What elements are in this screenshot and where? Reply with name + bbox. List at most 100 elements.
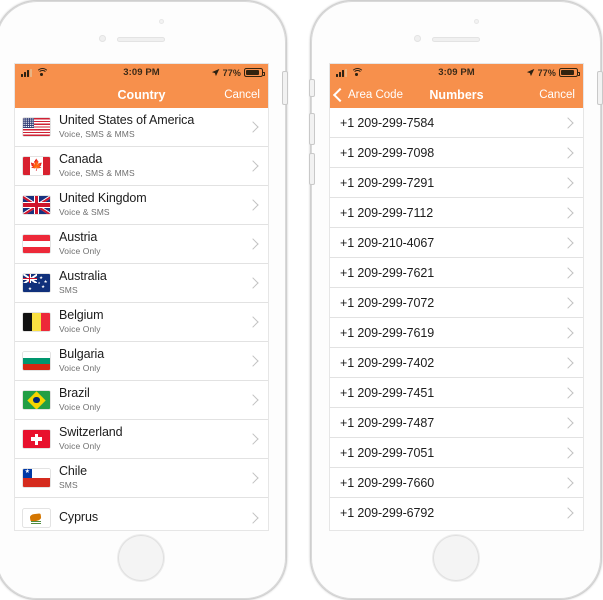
phone-number: +1 209-299-7402 bbox=[340, 355, 435, 370]
phone-number: +1 209-210-4067 bbox=[340, 235, 435, 250]
flag-icon bbox=[23, 157, 50, 175]
country-services: Voice Only bbox=[59, 402, 101, 413]
silent-switch[interactable] bbox=[309, 79, 315, 97]
number-row[interactable]: +1 209-299-7072 bbox=[330, 288, 583, 318]
number-row[interactable]: +1 209-299-6792 bbox=[330, 498, 583, 528]
country-name: United States of America bbox=[59, 113, 195, 128]
number-row[interactable]: +1 209-299-7402 bbox=[330, 348, 583, 378]
country-name: Australia bbox=[59, 269, 107, 284]
country-services: Voice Only bbox=[59, 246, 101, 257]
number-row[interactable]: +1 209-299-7621 bbox=[330, 258, 583, 288]
phone-number: +1 209-299-7619 bbox=[340, 325, 435, 340]
chevron-right-icon bbox=[247, 355, 259, 367]
chevron-right-icon bbox=[562, 446, 574, 459]
chevron-right-icon bbox=[247, 472, 259, 484]
country-row[interactable]: United Kingdom Voice & SMS bbox=[15, 186, 268, 225]
chevron-right-icon bbox=[562, 116, 574, 129]
country-text: Brazil Voice Only bbox=[59, 387, 249, 412]
power-button[interactable] bbox=[597, 71, 603, 105]
home-button[interactable] bbox=[433, 535, 479, 581]
iphone-right: 3:09 PM 77% Area Code Numbers Cancel +1 … bbox=[309, 0, 603, 600]
flag-icon bbox=[23, 352, 50, 370]
screen-left: 3:09 PM 77% Country Cancel United States… bbox=[15, 64, 268, 530]
chevron-right-icon bbox=[562, 236, 574, 249]
flag-icon bbox=[23, 313, 50, 331]
country-row[interactable]: Switzerland Voice Only bbox=[15, 420, 268, 459]
flag-icon bbox=[23, 508, 50, 527]
country-text: Chile SMS bbox=[59, 465, 249, 490]
country-services: Voice Only bbox=[59, 363, 101, 374]
flag-icon bbox=[23, 118, 50, 136]
battery-percent: 77% bbox=[537, 67, 556, 78]
number-row[interactable]: +1 209-299-7451 bbox=[330, 378, 583, 408]
chevron-right-icon bbox=[247, 238, 259, 250]
chevron-right-icon bbox=[562, 326, 574, 339]
country-services: SMS bbox=[59, 285, 78, 296]
country-text: Bulgaria Voice Only bbox=[59, 348, 249, 373]
country-row[interactable]: United States of America Voice, SMS & MMS bbox=[15, 108, 268, 147]
number-row[interactable]: +1 209-299-7051 bbox=[330, 438, 583, 468]
country-row[interactable]: Austria Voice Only bbox=[15, 225, 268, 264]
phone-number: +1 209-299-7112 bbox=[340, 205, 434, 220]
chevron-right-icon bbox=[247, 277, 259, 289]
number-row[interactable]: +1 209-299-7291 bbox=[330, 168, 583, 198]
country-row[interactable]: ChileSMS bbox=[15, 459, 268, 498]
status-right-group: 77% bbox=[211, 68, 265, 78]
country-text: United States of America Voice, SMS & MMS bbox=[59, 114, 249, 139]
status-bar-right: 3:09 PM 77% bbox=[330, 64, 583, 81]
power-button[interactable] bbox=[282, 71, 288, 105]
cancel-button-right[interactable]: Cancel bbox=[539, 89, 575, 101]
number-list[interactable]: +1 209-299-7584 +1 209-299-7098 +1 209-299… bbox=[330, 108, 583, 530]
screenshot-stage: 3:09 PM 77% Country Cancel United States… bbox=[0, 0, 603, 600]
country-services: Voice, SMS & MMS bbox=[59, 129, 135, 140]
country-row[interactable]: Belgium Voice Only bbox=[15, 303, 268, 342]
country-name: Austria bbox=[59, 230, 98, 245]
chevron-right-icon bbox=[562, 416, 574, 429]
country-row[interactable]: Bulgaria Voice Only bbox=[15, 342, 268, 381]
country-text: Canada Voice, SMS & MMS bbox=[59, 153, 249, 178]
phone-number: +1 209-299-6792 bbox=[340, 506, 435, 520]
status-right-group: 77% bbox=[526, 67, 580, 78]
number-row[interactable]: +1 209-299-7584 bbox=[330, 108, 583, 138]
country-list[interactable]: United States of America Voice, SMS & MMS… bbox=[15, 108, 268, 530]
country-row[interactable]: CanadaVoice, SMS & MMS bbox=[15, 147, 268, 186]
phone-number: +1 209-299-7098 bbox=[340, 145, 435, 160]
country-text: Belgium Voice Only bbox=[59, 309, 249, 334]
chevron-right-icon bbox=[247, 316, 259, 328]
flag-icon bbox=[23, 235, 50, 253]
cancel-button-left[interactable]: Cancel bbox=[224, 89, 260, 101]
flag-icon bbox=[23, 196, 50, 214]
chevron-right-icon bbox=[247, 121, 259, 133]
country-name: Canada bbox=[59, 152, 103, 167]
country-text: Australia SMS bbox=[59, 270, 249, 295]
number-row[interactable]: +1 209-299-7487 bbox=[330, 408, 583, 438]
country-row[interactable]: ★ ★ ★ ★ ★ Australia SMS bbox=[15, 264, 268, 303]
chevron-right-icon bbox=[247, 511, 259, 524]
number-row[interactable]: +1 209-210-4067 bbox=[330, 228, 583, 258]
location-arrow-icon bbox=[211, 68, 220, 77]
home-button[interactable] bbox=[118, 535, 164, 581]
number-row[interactable]: +1 209-299-7098 bbox=[330, 138, 583, 168]
flag-icon bbox=[23, 391, 50, 409]
country-name: Chile bbox=[59, 464, 87, 479]
number-row[interactable]: +1 209-299-7619 bbox=[330, 318, 583, 348]
flag-icon: ★ ★ ★ ★ ★ bbox=[23, 274, 50, 292]
flag-icon bbox=[23, 469, 50, 487]
country-row[interactable]: Cyprus bbox=[15, 498, 268, 530]
country-row[interactable]: Brazil Voice Only bbox=[15, 381, 268, 420]
volume-down-button[interactable] bbox=[309, 153, 315, 185]
country-name: United Kingdom bbox=[59, 191, 147, 206]
number-row[interactable]: +1 209-299-7112 bbox=[330, 198, 583, 228]
phone-number: +1 209-299-7291 bbox=[340, 175, 435, 190]
country-services: Voice Only bbox=[59, 441, 101, 452]
country-name: Belgium bbox=[59, 308, 104, 323]
chevron-right-icon bbox=[562, 266, 574, 279]
phone-number: +1 209-299-7051 bbox=[340, 445, 435, 460]
battery-icon bbox=[559, 68, 580, 77]
volume-up-button[interactable] bbox=[309, 113, 315, 145]
country-services: Voice Only bbox=[59, 324, 101, 335]
nav-bar-left: Country Cancel bbox=[15, 81, 268, 108]
number-row[interactable]: +1 209-299-7660 bbox=[330, 468, 583, 498]
chevron-right-icon bbox=[562, 356, 574, 369]
phone-number: +1 209-299-7584 bbox=[340, 115, 435, 130]
